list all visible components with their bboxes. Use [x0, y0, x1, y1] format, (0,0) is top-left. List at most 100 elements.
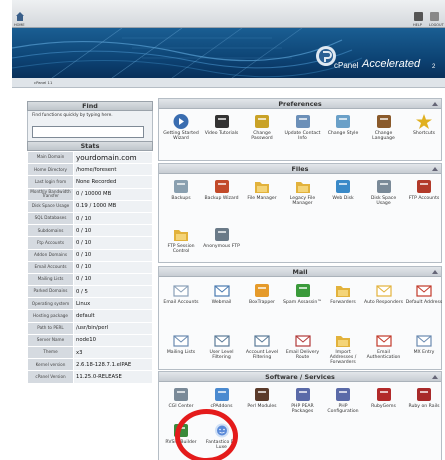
wizard-icon — [172, 113, 190, 130]
preferences-header[interactable]: Preferences — [159, 99, 441, 109]
logout-link[interactable]: LOGOUT — [429, 23, 444, 27]
stats-value: /usr/bin/perl — [73, 321, 153, 335]
stats-key: Kernel version — [27, 358, 74, 372]
mail-item-authentication[interactable]: Email Authentication — [364, 332, 404, 360]
software-item-php-config[interactable]: PHP Configuration — [323, 386, 363, 414]
password-icon — [253, 113, 271, 130]
stats-row: Email Accounts 0 / 10 — [27, 260, 153, 274]
preferences-item-contact[interactable]: Update Contact Info — [283, 113, 323, 141]
software-item-rubygems[interactable]: RubyGems — [364, 386, 404, 409]
mail-item-boxtrapper[interactable]: BoxTrapper — [242, 282, 282, 305]
stats-row: Path to PERL/usr/bin/perl — [27, 321, 153, 335]
preferences-item-shortcuts[interactable]: Shortcuts — [404, 113, 444, 136]
home-link[interactable]: HOME — [14, 23, 25, 27]
find-panel: Find Find functions quickly by typing he… — [27, 101, 153, 144]
files-item-web-disk[interactable]: Web Disk — [323, 178, 363, 201]
preferences-item-wizard[interactable]: Getting Started Wizard — [161, 113, 201, 141]
software-item-label: CGI Center — [168, 404, 194, 409]
stats-key: Server Name — [27, 333, 74, 348]
import-icon — [334, 332, 352, 349]
stats-key: Addon Domains — [27, 248, 74, 262]
mail-item-default-address[interactable]: Default Address — [404, 282, 444, 305]
mail-item-label: Webmail — [211, 300, 232, 305]
software-header[interactable]: Software / Services — [159, 372, 441, 382]
mail-item-webmail[interactable]: Webmail — [202, 282, 242, 305]
software-item-cpaddons[interactable]: cPAddons — [202, 386, 242, 409]
files-item-anonymous-ftp[interactable]: Anonymous FTP — [202, 226, 242, 249]
mail-item-account-filter[interactable]: Account Level Filtering — [242, 332, 282, 360]
preferences-item-style[interactable]: Change Style — [323, 113, 363, 136]
stats-key: Operating system — [27, 297, 74, 311]
stats-row: Last login from None Recorded — [27, 175, 153, 189]
stats-table: Main Domain yourdomain.com Home Directory /… — [27, 150, 153, 384]
files-section: Files Backups Backup Wizard File Manager Le… — [158, 163, 442, 263]
breadcrumb: cPanel 11 — [12, 78, 445, 88]
stats-value: 11.25.0-RELEASE — [73, 370, 153, 384]
shortcuts-icon — [415, 113, 433, 130]
banner-brand-suffix: 2 — [432, 64, 436, 70]
files-item-legacy-file-manager[interactable]: Legacy File Manager — [283, 178, 323, 206]
stats-row: Hosting package default — [27, 309, 153, 323]
stats-row: Theme x3 — [27, 345, 153, 360]
stats-row: Ftp Accounts 0 / 10 — [27, 236, 153, 250]
files-item-ftp-accounts[interactable]: FTP Accounts — [404, 178, 444, 201]
preferences-item-video[interactable]: Video Tutorials — [202, 113, 242, 136]
stats-row: Subdomains 0 / 10 — [27, 224, 153, 238]
software-item-cgi[interactable]: CGI Center — [161, 386, 201, 409]
mail-item-email-accounts[interactable]: Email Accounts — [161, 282, 201, 305]
stats-key: Main Domain — [27, 150, 74, 165]
ftp-accounts-icon — [415, 178, 433, 195]
files-item-label: File Manager — [247, 196, 277, 201]
mail-item-label: Account Level Filtering — [245, 350, 279, 360]
video-icon — [213, 113, 231, 130]
stats-key: Subdomains — [27, 224, 74, 238]
stats-key: Hosting package — [27, 309, 74, 323]
stats-key: Path to PERL — [27, 321, 74, 335]
mail-title: Mail — [292, 268, 308, 276]
files-item-disk-usage[interactable]: Disk Space Usage — [364, 178, 404, 206]
files-item-backup-wizard[interactable]: Backup Wizard — [202, 178, 242, 201]
mail-item-delivery-route[interactable]: Email Delivery Route — [283, 332, 323, 360]
mail-item-spam[interactable]: Spam Assassin™ — [283, 282, 323, 305]
collapse-icon[interactable] — [432, 102, 438, 106]
breadcrumb-label[interactable]: cPanel 11 — [34, 80, 52, 85]
stats-value: default — [73, 309, 153, 323]
collapse-icon[interactable] — [432, 270, 438, 274]
software-item-perl[interactable]: Perl Modules — [242, 386, 282, 409]
files-title: Files — [291, 165, 309, 173]
find-hint: Find functions quickly by typing here. — [32, 113, 113, 118]
help-icon[interactable] — [414, 12, 423, 21]
home-icon[interactable] — [16, 12, 24, 21]
mail-item-autoresponder[interactable]: Auto Responders — [364, 282, 404, 305]
collapse-icon[interactable] — [432, 375, 438, 379]
highlight-circle — [175, 409, 238, 460]
software-item-label: PHP PEAR Packages — [291, 404, 314, 414]
find-input[interactable] — [32, 126, 144, 138]
mail-header[interactable]: Mail — [159, 267, 441, 277]
stats-key: Home Directory — [27, 163, 74, 177]
help-link[interactable]: HELP — [413, 23, 422, 27]
mail-item-mailing-lists[interactable]: Mailing Lists — [161, 332, 201, 355]
mail-item-user-filter[interactable]: User Level Filtering — [202, 332, 242, 360]
stats-row: Mailing Lists 0 / 10 — [27, 272, 153, 287]
mail-section: Mail Email Accounts Webmail BoxTrapper Spam… — [158, 266, 442, 370]
software-item-php-pear[interactable]: PHP PEAR Packages — [283, 386, 323, 414]
files-item-backup[interactable]: Backups — [161, 178, 201, 201]
stats-row: Operating system Linux — [27, 297, 153, 311]
mx-entry-icon — [415, 332, 433, 349]
collapse-icon[interactable] — [432, 167, 438, 171]
files-item-file-manager[interactable]: File Manager — [242, 178, 282, 201]
preferences-item-language[interactable]: Change Language — [364, 113, 404, 141]
preferences-item-label: Change Password — [251, 131, 273, 141]
mail-item-forwarders[interactable]: Forwarders — [323, 282, 363, 305]
mail-item-mx-entry[interactable]: MX Entry — [404, 332, 444, 355]
files-item-ftp-session[interactable]: FTP Session Control — [161, 226, 201, 254]
software-item-rails[interactable]: Ruby on Rails — [404, 386, 444, 409]
stats-value: 0 / 10 — [73, 236, 153, 250]
logout-icon[interactable] — [430, 12, 439, 21]
mail-item-import[interactable]: Import Addresses / Forwarders — [323, 332, 363, 365]
preferences-item-password[interactable]: Change Password — [242, 113, 282, 141]
find-title: Find — [27, 101, 153, 111]
preferences-item-label: Change Style — [327, 131, 359, 136]
files-header[interactable]: Files — [159, 164, 441, 174]
